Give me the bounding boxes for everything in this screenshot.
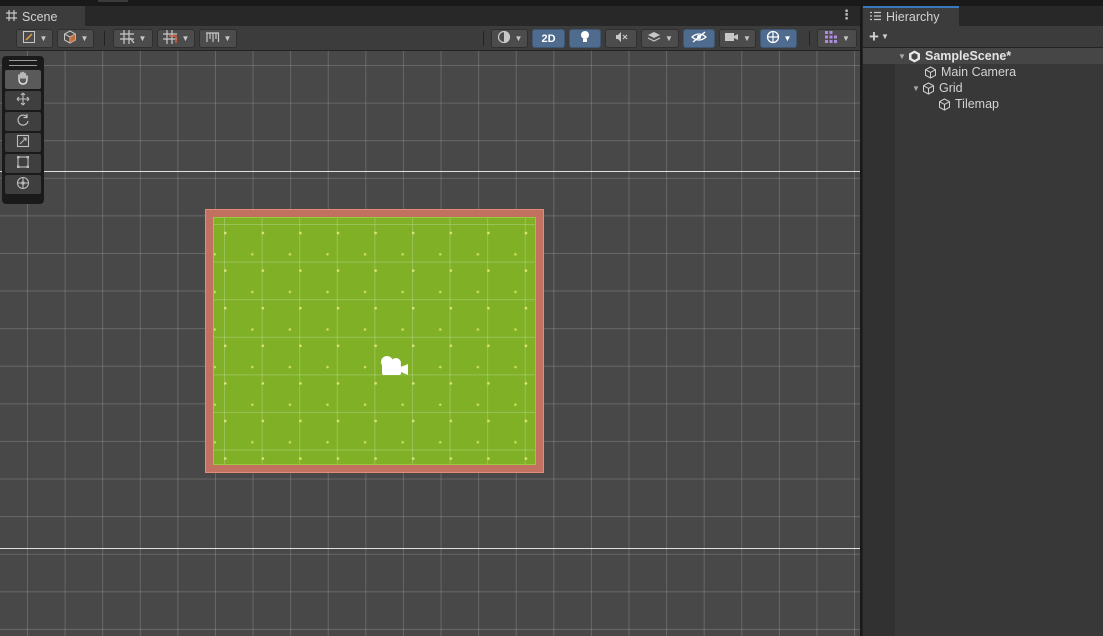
grid-icon	[6, 9, 17, 24]
tree-item-label: Main Camera	[941, 65, 1017, 79]
tree-item-label: Tilemap	[955, 97, 999, 111]
grid-snapping-dropdown[interactable]: ▼	[113, 29, 153, 48]
chevron-down-icon: ▼	[80, 34, 89, 43]
tool-palette	[2, 56, 44, 204]
gameobject-cube-icon	[921, 81, 935, 95]
rotate-tool-button[interactable]	[5, 112, 41, 131]
chevron-down-icon: ▼	[842, 34, 850, 43]
toolbar-separator	[809, 31, 810, 46]
effects-dropdown[interactable]: ▼	[641, 29, 679, 48]
chevron-down-icon: ▼	[223, 34, 232, 43]
shading-mode-dropdown[interactable]: ▼	[491, 29, 528, 48]
scale-tool-button[interactable]	[5, 133, 41, 152]
top-tab-nub	[98, 0, 128, 2]
scene-tab-label: Scene	[22, 9, 58, 24]
scene-panel: Scene ⋮ ▼ ▼ ▼ ▼ ▼ ▼ 2D ▼ ▼ ▼ ▼	[0, 6, 860, 636]
toolbar-separator	[104, 31, 105, 46]
chevron-down-icon: ▼	[181, 34, 190, 43]
kebab-icon[interactable]: ⋮	[840, 8, 853, 21]
cube-icon	[63, 30, 77, 47]
tree-item-tilemap[interactable]: Tilemap	[863, 96, 1103, 112]
chevron-down-icon: ▼	[514, 34, 523, 43]
tree-item-main-camera[interactable]: Main Camera	[863, 64, 1103, 80]
video-camera-icon	[724, 31, 739, 46]
gameobject-cube-icon	[923, 65, 937, 79]
hierarchy-toolbar: + ▼	[863, 26, 1103, 48]
tree-item-label: SampleScene*	[925, 49, 1012, 63]
foldout-expanded-icon[interactable]: ▼	[911, 84, 921, 93]
audio-mute-icon	[614, 30, 628, 47]
transform-icon	[16, 176, 30, 193]
tree-item-label: Grid	[939, 81, 963, 95]
render-mode-dropdown[interactable]: ▼	[57, 29, 94, 48]
grid-snap-icon	[119, 30, 135, 47]
increment-snap-dropdown[interactable]: ▼	[157, 29, 195, 48]
increment-snap-icon	[162, 30, 178, 47]
unity-scene-icon	[907, 49, 921, 63]
foldout-expanded-icon[interactable]: ▼	[897, 52, 907, 61]
toolbar-separator	[483, 31, 484, 46]
tree-item-grid[interactable]: ▼ Grid	[863, 80, 1103, 96]
transform-tool-button[interactable]	[5, 175, 41, 194]
visibility-toggle[interactable]	[683, 29, 715, 48]
scale-icon	[16, 134, 30, 151]
grass-tiles	[213, 217, 536, 465]
chevron-down-icon: ▼	[783, 34, 792, 43]
scene-toolbar: ▼ ▼ ▼ ▼ ▼ ▼ 2D ▼ ▼ ▼ ▼	[0, 26, 860, 51]
camera-bounds-top	[0, 171, 860, 172]
toggle-2d-button[interactable]: 2D	[532, 29, 565, 48]
view-2d-label: 2D	[541, 32, 556, 45]
rect-tool-button[interactable]	[5, 154, 41, 173]
palette-grip[interactable]	[9, 60, 37, 66]
scene-viewport[interactable]	[0, 51, 860, 636]
sphere-icon	[497, 30, 511, 47]
ruler-dropdown[interactable]: ▼	[199, 29, 237, 48]
hierarchy-tab-bar: Hierarchy	[863, 6, 1103, 26]
chevron-down-icon: ▼	[665, 34, 673, 43]
hierarchy-tab-label: Hierarchy	[886, 10, 940, 24]
camera-gizmo-icon[interactable]	[376, 353, 410, 377]
tilemap[interactable]	[205, 209, 544, 473]
tree-item-samplescene[interactable]: ▼ SampleScene*	[863, 48, 1103, 64]
gizmo-globe-icon	[766, 30, 780, 47]
chevron-down-icon: ▼	[39, 34, 48, 43]
tab-hierarchy[interactable]: Hierarchy	[863, 6, 959, 26]
tab-scene[interactable]: Scene	[0, 6, 85, 26]
lighting-toggle[interactable]	[569, 29, 601, 48]
chevron-down-icon: ▼	[138, 34, 147, 43]
layers-icon	[647, 30, 661, 47]
move-arrows-icon	[16, 92, 30, 109]
chevron-down-icon: ▼	[880, 32, 889, 41]
audio-toggle[interactable]	[605, 29, 637, 48]
scene-camera-dropdown[interactable]: ▼	[719, 29, 756, 48]
overlays-dropdown[interactable]: ▼	[817, 29, 857, 48]
move-tool-button[interactable]	[5, 91, 41, 110]
shaded-draw-icon	[22, 30, 36, 47]
camera-bounds-bottom	[0, 548, 860, 549]
hierarchy-tree: ▼ SampleScene* Main Camera ▼ Grid Tilema…	[863, 48, 1103, 112]
eye-hidden-icon	[691, 30, 707, 47]
list-icon	[870, 10, 881, 24]
scene-tab-bar: Scene ⋮	[0, 6, 860, 26]
gizmos-dropdown[interactable]: ▼	[760, 29, 797, 48]
ruler-icon	[205, 30, 220, 47]
rotate-icon	[16, 113, 30, 130]
lightbulb-icon	[579, 30, 591, 47]
draw-mode-dropdown[interactable]: ▼	[16, 29, 53, 48]
add-object-button[interactable]: + ▼	[869, 26, 889, 46]
rect-transform-icon	[16, 155, 30, 172]
plus-icon: +	[869, 26, 879, 46]
hand-tool-button[interactable]	[5, 70, 41, 89]
gameobject-cube-icon	[937, 97, 951, 111]
chevron-down-icon: ▼	[743, 34, 751, 43]
overlay-grid-icon	[824, 30, 838, 47]
hand-icon	[16, 71, 30, 88]
hierarchy-gutter	[863, 48, 895, 636]
hierarchy-panel: Hierarchy + ▼ ▼ SampleScene* Main Camera…	[862, 6, 1103, 636]
